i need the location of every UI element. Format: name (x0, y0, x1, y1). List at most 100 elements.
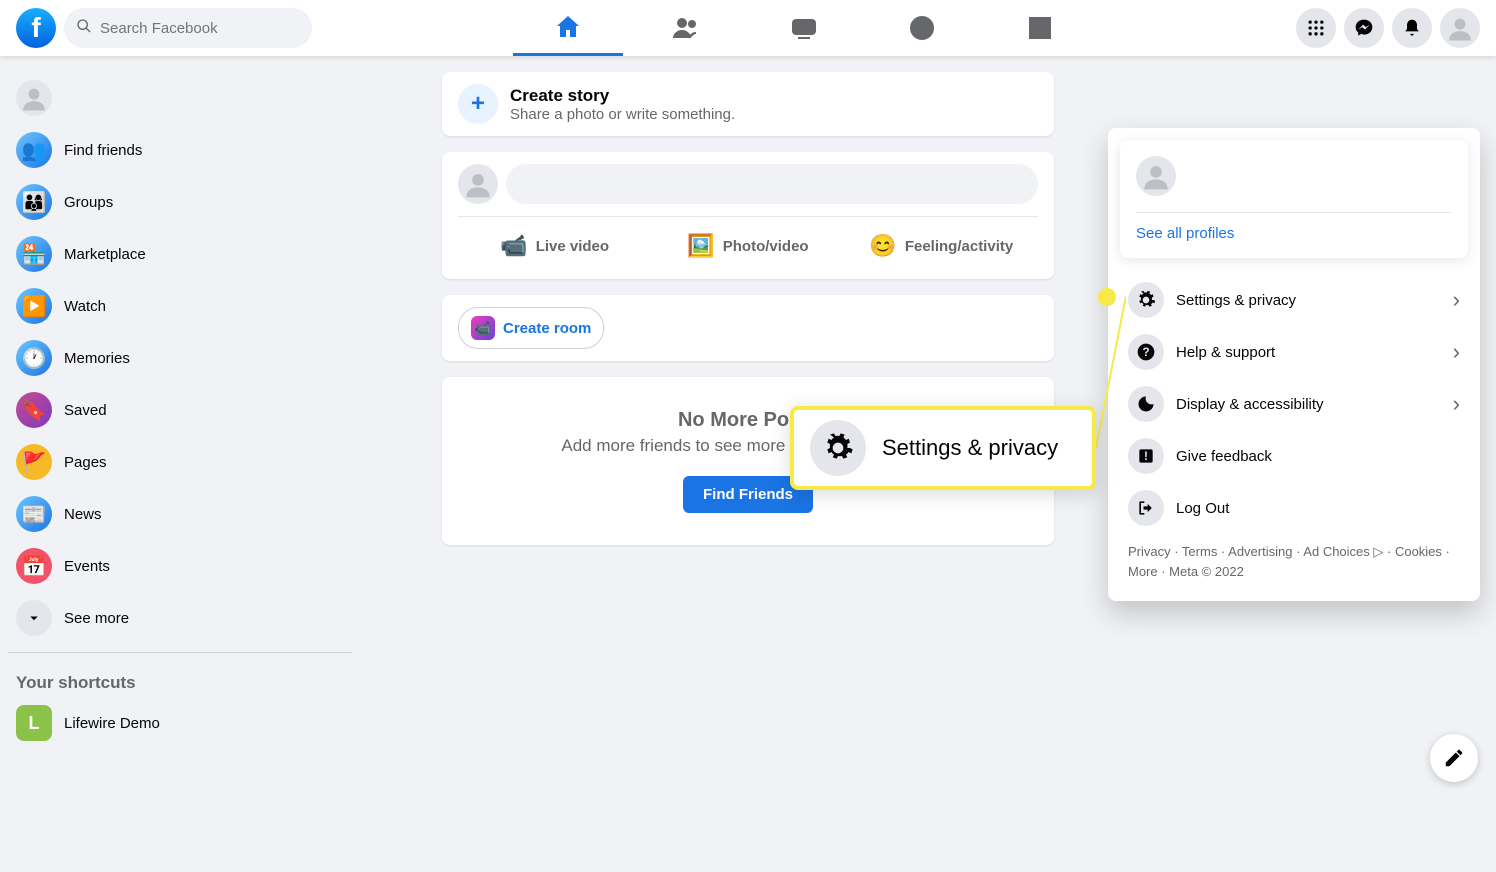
header-right (1296, 8, 1480, 48)
sidebar-item-label: Events (64, 558, 110, 575)
gear-icon (1128, 282, 1164, 318)
photo-icon: 🖼️ (687, 233, 714, 259)
shortcuts-heading: Your shortcuts (8, 661, 352, 697)
callout-label: Settings & privacy (882, 435, 1058, 461)
story-title: Create story (510, 86, 735, 106)
nav-groups[interactable] (867, 0, 977, 56)
friends-icon: 👥 (16, 132, 52, 168)
search-box[interactable] (64, 8, 312, 48)
sidebar-find-friends[interactable]: 👥 Find friends (8, 124, 352, 176)
sidebar-item-label: See more (64, 610, 129, 627)
menu-display-accessibility[interactable]: Display & accessibility › (1120, 378, 1468, 430)
facebook-logo[interactable]: f (16, 8, 56, 48)
plus-icon: + (458, 84, 498, 124)
see-all-profiles-link[interactable]: See all profiles (1136, 225, 1452, 242)
groups-icon: 👨‍👩‍👦 (16, 184, 52, 220)
sidebar-see-more[interactable]: See more (8, 592, 352, 644)
create-story-card[interactable]: + Create story Share a photo or write so… (442, 72, 1054, 136)
menu-settings-privacy[interactable]: Settings & privacy › (1120, 274, 1468, 326)
logout-icon (1128, 490, 1164, 526)
nav-friends[interactable] (631, 0, 741, 56)
help-icon: ? (1128, 334, 1164, 370)
story-subtitle: Share a photo or write something. (510, 106, 735, 123)
profile-row[interactable] (1136, 156, 1452, 213)
shortcut-label: Lifewire Demo (64, 715, 160, 732)
sidebar-memories[interactable]: 🕐 Memories (8, 332, 352, 384)
menu-label: Display & accessibility (1176, 396, 1441, 413)
account-menu: See all profiles Settings & privacy › ? … (1108, 128, 1480, 601)
marketplace-icon: 🏪 (16, 236, 52, 272)
smiley-icon: 😊 (869, 233, 896, 259)
live-video-button[interactable]: 📹 Live video (458, 225, 651, 267)
sidebar-events[interactable]: 📅 Events (8, 540, 352, 592)
action-label: Feeling/activity (905, 238, 1013, 255)
create-room-button[interactable]: 📹 Create room (458, 307, 604, 349)
action-label: Live video (536, 238, 609, 255)
sidebar-item-label: Pages (64, 454, 107, 471)
menu-label: Give feedback (1176, 448, 1460, 465)
search-icon (76, 18, 92, 39)
rooms-card: 📹 Create room (442, 295, 1054, 361)
sidebar-item-label: Watch (64, 298, 106, 315)
notifications-icon[interactable] (1392, 8, 1432, 48)
menu-footer-links[interactable]: Privacy · Terms · Advertising · Ad Choic… (1120, 534, 1468, 589)
svg-text:!: ! (1144, 450, 1148, 463)
svg-text:?: ? (1142, 346, 1149, 359)
nav-home[interactable] (513, 0, 623, 56)
composer-card: 📹 Live video 🖼️ Photo/video 😊 Feeling/ac… (442, 152, 1054, 279)
sidebar-item-label: Marketplace (64, 246, 146, 263)
annotation-dot (1098, 288, 1116, 306)
sidebar-marketplace[interactable]: 🏪 Marketplace (8, 228, 352, 280)
divider (8, 652, 352, 653)
sidebar-groups[interactable]: 👨‍👩‍👦 Groups (8, 176, 352, 228)
menu-help-support[interactable]: ? Help & support › (1120, 326, 1468, 378)
sidebar-profile[interactable] (8, 72, 352, 124)
action-label: Photo/video (723, 238, 809, 255)
menu-log-out[interactable]: Log Out (1120, 482, 1468, 534)
nav-watch[interactable] (749, 0, 859, 56)
shortcut-icon: L (16, 705, 52, 741)
menu-label: Settings & privacy (1176, 292, 1441, 309)
top-nav (312, 0, 1296, 56)
sidebar-news[interactable]: 📰 News (8, 488, 352, 540)
feeling-activity-button[interactable]: 😊 Feeling/activity (845, 225, 1038, 267)
avatar-icon (16, 80, 52, 116)
menu-grid-icon[interactable] (1296, 8, 1336, 48)
sidebar-saved[interactable]: 🔖 Saved (8, 384, 352, 436)
chevron-right-icon: › (1453, 339, 1460, 365)
composer-input[interactable] (506, 164, 1038, 204)
room-camera-icon: 📹 (471, 316, 495, 340)
profile-card: See all profiles (1120, 140, 1468, 258)
account-avatar-button[interactable] (1440, 8, 1480, 48)
sidebar-item-label: Find friends (64, 142, 142, 159)
feedback-icon: ! (1128, 438, 1164, 474)
avatar-icon[interactable] (458, 164, 498, 204)
chevron-right-icon: › (1453, 287, 1460, 313)
messenger-icon[interactable] (1344, 8, 1384, 48)
sidebar-item-label: Saved (64, 402, 107, 419)
video-camera-icon: 📹 (500, 233, 527, 259)
top-header: f (0, 0, 1496, 56)
shortcut-item[interactable]: L Lifewire Demo (8, 697, 352, 749)
annotation-callout: Settings & privacy (790, 406, 1096, 490)
chevron-down-icon (16, 600, 52, 636)
pages-icon: 🚩 (16, 444, 52, 480)
chevron-right-icon: › (1453, 391, 1460, 417)
events-icon: 📅 (16, 548, 52, 584)
menu-label: Log Out (1176, 500, 1460, 517)
sidebar-item-label: News (64, 506, 102, 523)
memories-icon: 🕐 (16, 340, 52, 376)
news-icon: 📰 (16, 496, 52, 532)
photo-video-button[interactable]: 🖼️ Photo/video (651, 225, 844, 267)
watch-icon: ▶️ (16, 288, 52, 324)
nav-gaming[interactable] (985, 0, 1095, 56)
sidebar-pages[interactable]: 🚩 Pages (8, 436, 352, 488)
menu-label: Help & support (1176, 344, 1441, 361)
room-label: Create room (503, 320, 591, 337)
search-input[interactable] (100, 20, 300, 37)
menu-give-feedback[interactable]: ! Give feedback (1120, 430, 1468, 482)
moon-icon (1128, 386, 1164, 422)
sidebar-watch[interactable]: ▶️ Watch (8, 280, 352, 332)
edit-fab[interactable] (1430, 734, 1478, 782)
gear-icon (810, 420, 866, 476)
